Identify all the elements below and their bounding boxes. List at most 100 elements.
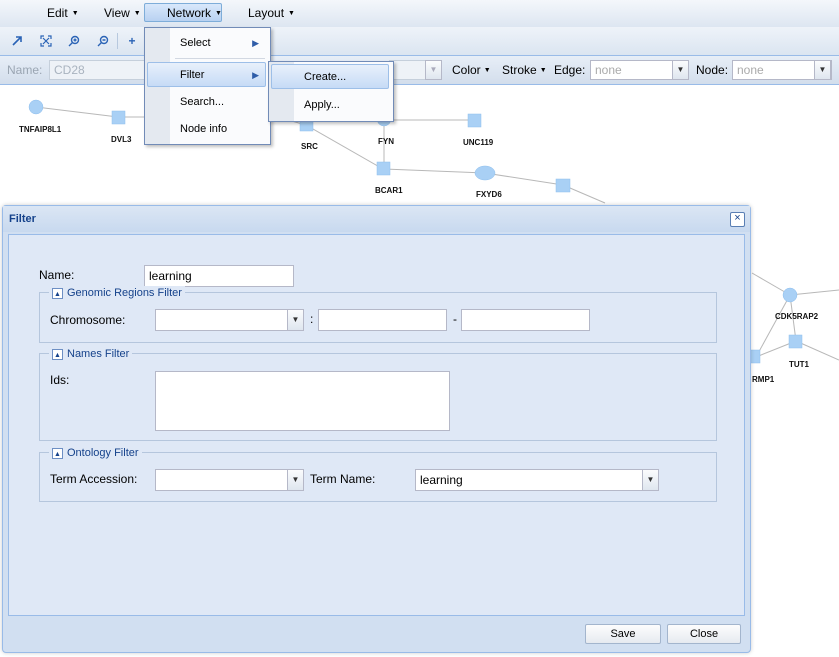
chromosome-dropdown-trigger[interactable]: ▼ bbox=[287, 309, 304, 331]
ontology-legend-label: Ontology Filter bbox=[67, 447, 139, 459]
menu-item-node-info-label: Node info bbox=[180, 123, 228, 135]
toolbar-divider bbox=[117, 33, 118, 49]
node[interactable] bbox=[474, 165, 496, 181]
node-label: FXYD6 bbox=[476, 190, 502, 199]
size-field[interactable] bbox=[389, 60, 426, 80]
menu-item-filter[interactable]: Filter ▶ bbox=[147, 62, 266, 87]
menu-item-apply[interactable]: Apply... bbox=[271, 92, 389, 117]
menu-edit-label: Edit bbox=[47, 6, 68, 20]
edge bbox=[35, 106, 119, 118]
genomic-regions-legend[interactable]: ▲ Genomic Regions Filter bbox=[49, 286, 185, 300]
chromosome-label: Chromosome: bbox=[50, 313, 126, 327]
chevron-down-icon: ▼ bbox=[539, 67, 547, 75]
zoom-out-icon bbox=[97, 35, 109, 47]
plus-icon: + bbox=[128, 34, 136, 48]
menu-item-search[interactable]: Search... bbox=[147, 89, 266, 114]
term-name-dropdown-trigger[interactable]: ▼ bbox=[642, 469, 659, 491]
menu-view[interactable]: View ▼ bbox=[94, 3, 151, 22]
node[interactable] bbox=[111, 110, 126, 125]
node-label: DVL3 bbox=[111, 135, 132, 144]
node[interactable] bbox=[28, 99, 44, 115]
add-button[interactable]: + bbox=[121, 31, 143, 51]
menu-item-search-label: Search... bbox=[180, 96, 225, 108]
select-tool-button[interactable] bbox=[6, 31, 28, 51]
edge bbox=[795, 340, 839, 361]
ids-textarea[interactable] bbox=[155, 371, 450, 431]
term-name-label: Term Name: bbox=[310, 472, 376, 486]
node-label: CDK5RAP2 bbox=[775, 312, 819, 321]
genomic-regions-legend-label: Genomic Regions Filter bbox=[67, 287, 182, 299]
range-start-field[interactable] bbox=[318, 309, 447, 331]
chevron-down-icon: ▼ bbox=[71, 10, 79, 18]
edge-label: Edge: bbox=[554, 63, 586, 77]
chevron-down-icon: ▼ bbox=[646, 475, 655, 484]
node[interactable] bbox=[376, 161, 391, 176]
chromosome-select[interactable] bbox=[155, 309, 288, 331]
filter-submenu: Create... Apply... bbox=[268, 61, 394, 122]
node[interactable] bbox=[555, 178, 571, 193]
chevron-down-icon: ▼ bbox=[133, 10, 141, 18]
filter-window-title: Filter bbox=[9, 213, 36, 225]
term-accession-select[interactable] bbox=[155, 469, 288, 491]
node[interactable] bbox=[782, 287, 798, 303]
size-dropdown-trigger[interactable]: ▼ bbox=[425, 60, 442, 80]
menu-item-apply-label: Apply... bbox=[304, 99, 340, 111]
menu-network[interactable]: Network ▼ bbox=[144, 3, 222, 22]
filter-window: Filter × Name: learning ▲ Genomic Regions… bbox=[2, 205, 751, 653]
zoom-in-icon bbox=[68, 35, 80, 47]
chevron-down-icon: ▼ bbox=[483, 67, 491, 75]
menu-separator bbox=[175, 58, 265, 59]
toolbar: + bbox=[0, 27, 839, 56]
edge bbox=[789, 289, 839, 296]
node-label: BCAR1 bbox=[375, 186, 403, 195]
name-field[interactable]: CD28 bbox=[49, 60, 149, 80]
close-button[interactable]: Close bbox=[667, 624, 741, 644]
edge bbox=[484, 172, 564, 186]
zoom-in-button[interactable] bbox=[63, 31, 85, 51]
node-dropdown-trigger[interactable]: ▼ bbox=[814, 60, 831, 80]
node[interactable] bbox=[788, 334, 803, 349]
range-end-field[interactable] bbox=[461, 309, 590, 331]
menu-edit[interactable]: Edit ▼ bbox=[37, 3, 89, 22]
node[interactable] bbox=[467, 113, 482, 128]
name-label: Name: bbox=[7, 63, 43, 77]
menu-item-create[interactable]: Create... bbox=[271, 64, 389, 89]
chevron-right-icon: ▶ bbox=[252, 70, 259, 80]
names-legend[interactable]: ▲ Names Filter bbox=[49, 347, 133, 361]
filter-form: Name: learning ▲ Genomic Regions Filter C… bbox=[8, 234, 745, 616]
ids-label: Ids: bbox=[50, 373, 70, 387]
collapse-icon[interactable]: ▲ bbox=[52, 348, 63, 360]
menu-layout-label: Layout bbox=[248, 6, 285, 20]
term-accession-label: Term Accession: bbox=[50, 472, 138, 486]
chevron-down-icon: ▼ bbox=[818, 65, 827, 74]
save-button[interactable]: Save bbox=[585, 624, 661, 644]
ontology-legend[interactable]: ▲ Ontology Filter bbox=[49, 446, 142, 460]
menu-item-node-info[interactable]: Node info bbox=[147, 116, 266, 141]
edge-dropdown-trigger[interactable]: ▼ bbox=[672, 60, 689, 80]
term-name-select[interactable]: learning bbox=[415, 469, 645, 491]
zoom-out-button[interactable] bbox=[92, 31, 114, 51]
menu-item-select[interactable]: Select ▶ bbox=[147, 30, 266, 55]
node-label: UNC119 bbox=[463, 138, 494, 147]
close-icon[interactable]: × bbox=[730, 212, 745, 227]
menu-item-filter-label: Filter bbox=[180, 69, 205, 81]
collapse-icon[interactable]: ▲ bbox=[52, 287, 63, 299]
filter-window-header[interactable]: Filter × bbox=[3, 206, 750, 232]
color-menu[interactable]: Color ▼ bbox=[452, 63, 491, 77]
filter-name-label: Name: bbox=[39, 268, 75, 282]
edge-select[interactable]: none bbox=[590, 60, 680, 80]
chevron-down-icon: ▼ bbox=[676, 65, 685, 74]
stroke-menu-label: Stroke bbox=[502, 63, 537, 77]
stroke-menu[interactable]: Stroke ▼ bbox=[502, 63, 547, 77]
node-label: TUT1 bbox=[789, 360, 810, 369]
menu-view-label: View bbox=[104, 6, 130, 20]
edge bbox=[383, 168, 486, 174]
node-label: TNFAIP8L1 bbox=[19, 125, 62, 134]
menu-bar: Edit ▼ View ▼ Network ▼ Layout ▼ bbox=[0, 0, 839, 28]
chevron-down-icon: ▼ bbox=[291, 315, 300, 324]
fit-button[interactable] bbox=[35, 31, 57, 51]
collapse-icon[interactable]: ▲ bbox=[52, 447, 63, 459]
filter-name-field[interactable]: learning bbox=[144, 265, 294, 287]
term-accession-dropdown-trigger[interactable]: ▼ bbox=[287, 469, 304, 491]
menu-layout[interactable]: Layout ▼ bbox=[238, 3, 305, 22]
